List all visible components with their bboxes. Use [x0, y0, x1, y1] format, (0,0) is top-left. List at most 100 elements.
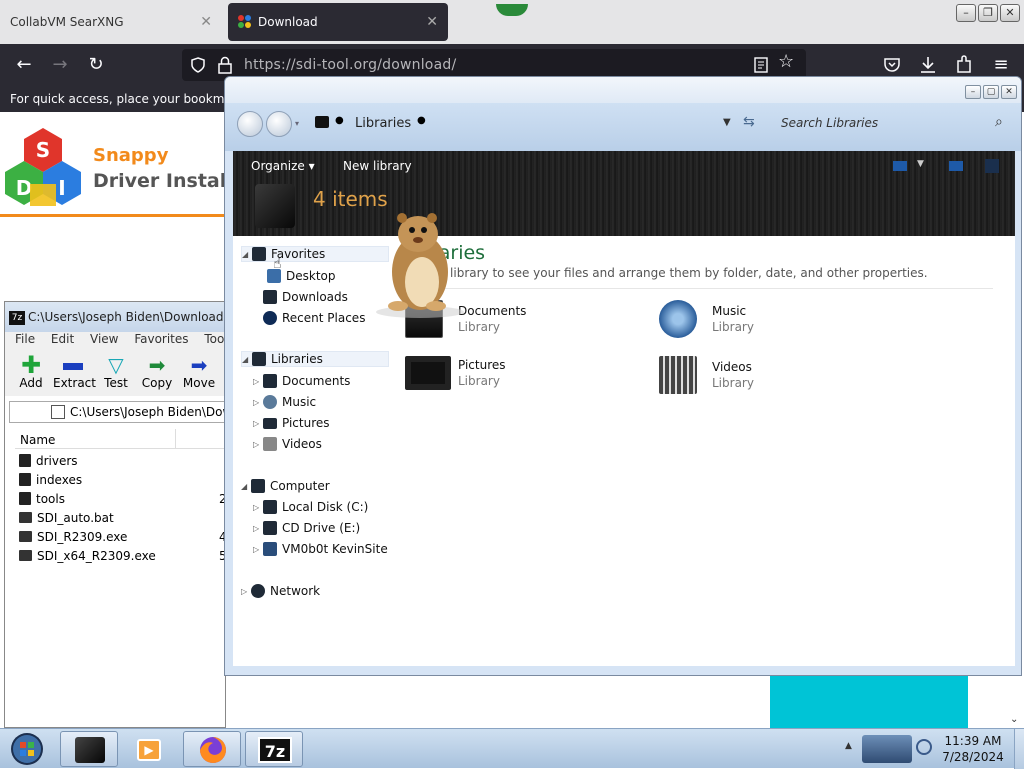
collapse-triangle-icon[interactable]: ◢ — [241, 482, 251, 491]
table-row[interactable]: tools 2 — [19, 489, 225, 508]
table-row[interactable]: SDI_R2309.exe 4 — [19, 527, 225, 546]
breadcrumb-separator-icon[interactable]: ● — [335, 115, 344, 126]
minimize-icon[interactable]: – — [965, 85, 981, 99]
file-name: SDI_x64_R2309.exe — [37, 548, 156, 563]
hamster-mascot-icon[interactable] — [372, 202, 482, 322]
show-hidden-icons-icon[interactable]: ▲ — [845, 741, 852, 751]
search-input[interactable]: Search Libraries — [781, 116, 878, 130]
nav-music[interactable]: ▷ Music — [253, 395, 316, 409]
hamburger-menu-icon[interactable]: ≡ — [990, 54, 1012, 76]
menu-favorites[interactable]: Favorites — [134, 332, 188, 346]
nav-documents[interactable]: ▷ Documents — [253, 374, 350, 388]
tray-app-icon[interactable] — [862, 735, 912, 763]
nav-videos[interactable]: ▷ Videos — [253, 437, 322, 451]
help-icon[interactable] — [985, 159, 999, 173]
restore-icon[interactable]: ❐ — [978, 4, 998, 22]
expand-triangle-icon[interactable]: ▷ — [253, 440, 263, 449]
taskbar-firefox-button[interactable] — [183, 731, 241, 767]
show-desktop-button[interactable] — [1014, 729, 1024, 769]
table-row[interactable]: drivers — [19, 451, 225, 470]
7zip-taskbar-label: 7z — [264, 742, 286, 761]
nav-downloads[interactable]: Downloads — [263, 290, 348, 304]
network-tray-icon[interactable] — [916, 739, 932, 755]
nav-computer[interactable]: ◢ Computer — [241, 479, 330, 493]
forward-arrow-icon[interactable]: → — [49, 54, 71, 76]
table-row[interactable]: SDI_auto.bat — [19, 508, 225, 527]
nav-local-disk[interactable]: ▷ Local Disk (C:) — [253, 500, 368, 514]
bookmark-star-icon[interactable]: ☆ — [778, 51, 794, 72]
menu-tools[interactable]: Tools — [204, 332, 225, 346]
reader-view-icon[interactable] — [754, 57, 768, 73]
nav-network[interactable]: ▷ Network — [241, 584, 320, 598]
taskbar-explorer-button[interactable] — [60, 731, 118, 767]
view-options-icon[interactable] — [893, 161, 907, 171]
file-name: tools — [36, 491, 65, 506]
extensions-icon[interactable] — [955, 55, 973, 75]
7zip-title-bar[interactable]: 7z C:\Users\Joseph Biden\Downloads\S — [5, 302, 225, 332]
test-label: Test — [104, 376, 128, 390]
expand-triangle-icon[interactable]: ▷ — [253, 419, 263, 428]
taskbar-media-player-button[interactable]: ▶ — [120, 731, 178, 767]
menu-view[interactable]: View — [90, 332, 118, 346]
close-tab-icon[interactable]: ✕ — [200, 14, 212, 30]
add-button[interactable]: ✚ Add — [11, 353, 51, 390]
menu-file[interactable]: File — [15, 332, 35, 346]
preview-pane-icon[interactable] — [949, 161, 963, 171]
navigation-pane: ◢ Favorites Desktop Downloads Recent Plac… — [233, 236, 393, 666]
start-button[interactable] — [8, 731, 46, 767]
view-dropdown-icon[interactable]: ▼ — [917, 159, 924, 169]
tab-download[interactable]: Download ✕ — [228, 3, 448, 41]
expand-triangle-icon[interactable]: ▷ — [253, 377, 263, 386]
expand-triangle-icon[interactable]: ▷ — [253, 545, 263, 554]
collapse-triangle-icon[interactable]: ◢ — [242, 355, 252, 364]
close-tab-icon[interactable]: ✕ — [426, 14, 438, 30]
nav-cd-drive[interactable]: ▷ CD Drive (E:) — [253, 521, 360, 535]
expand-triangle-icon[interactable]: ▷ — [241, 587, 251, 596]
minimize-icon[interactable]: – — [956, 4, 976, 22]
extract-button[interactable]: Extract — [53, 354, 96, 390]
library-videos[interactable]: Videos Library — [659, 356, 754, 394]
minus-icon — [53, 354, 93, 376]
maximize-icon[interactable]: ▢ — [983, 85, 999, 99]
expand-triangle-icon[interactable]: ▷ — [253, 398, 263, 407]
address-dropdown-icon[interactable]: ▼ — [723, 117, 731, 128]
back-arrow-icon[interactable]: ← — [13, 54, 35, 76]
copy-button[interactable]: ➡ Copy — [137, 354, 177, 390]
nav-network-drive[interactable]: ▷ VM0b0t KevinSite — [253, 542, 388, 556]
nav-recent-places[interactable]: Recent Places — [263, 311, 365, 325]
nav-libraries[interactable]: ◢ Libraries — [241, 351, 389, 367]
scroll-down-icon[interactable]: ⌄ — [1010, 714, 1018, 725]
menu-edit[interactable]: Edit — [51, 332, 74, 346]
breadcrumb-separator-icon[interactable]: ● — [417, 115, 426, 126]
download-icon[interactable] — [919, 55, 937, 75]
nav-label: CD Drive (E:) — [282, 521, 361, 535]
expand-triangle-icon[interactable]: ▷ — [253, 524, 263, 533]
file-list-header[interactable]: Name — [15, 429, 225, 449]
7zip-path-field[interactable]: C:\Users\Joseph Biden\Downl — [9, 401, 225, 423]
move-button[interactable]: ➡ Move — [179, 354, 219, 390]
breadcrumb[interactable]: Libraries — [355, 116, 411, 131]
library-music[interactable]: Music Library — [659, 300, 754, 338]
close-icon[interactable]: ✕ — [1001, 85, 1017, 99]
pocket-icon[interactable] — [883, 56, 901, 74]
taskbar-7zip-button[interactable]: 7z — [245, 731, 303, 767]
table-row[interactable]: SDI_x64_R2309.exe 5 — [19, 546, 225, 565]
reload-icon[interactable]: ↻ — [85, 54, 107, 76]
nav-pictures[interactable]: ▷ Pictures — [253, 416, 330, 430]
close-icon[interactable]: ✕ — [1000, 4, 1020, 22]
table-row[interactable]: indexes — [19, 470, 225, 489]
nav-favorites[interactable]: ◢ Favorites — [241, 246, 389, 262]
forward-button[interactable] — [266, 111, 292, 137]
library-pictures[interactable]: Pictures Library — [405, 356, 506, 390]
new-library-button[interactable]: New library — [343, 159, 412, 173]
system-clock[interactable]: 11:39 AM 7/28/2024 — [938, 733, 1008, 765]
refresh-icon[interactable]: ⇆ — [743, 114, 755, 130]
back-button[interactable] — [237, 111, 263, 137]
search-icon[interactable]: ⌕ — [995, 114, 1003, 130]
tab-searxng[interactable]: CollabVM SearXNG ✕ — [0, 3, 222, 41]
organize-button[interactable]: Organize ▾ — [251, 159, 315, 173]
history-dropdown-icon[interactable]: ▾ — [295, 119, 299, 128]
collapse-triangle-icon[interactable]: ◢ — [242, 250, 252, 259]
test-button[interactable]: ▽ Test — [96, 354, 136, 390]
expand-triangle-icon[interactable]: ▷ — [253, 503, 263, 512]
